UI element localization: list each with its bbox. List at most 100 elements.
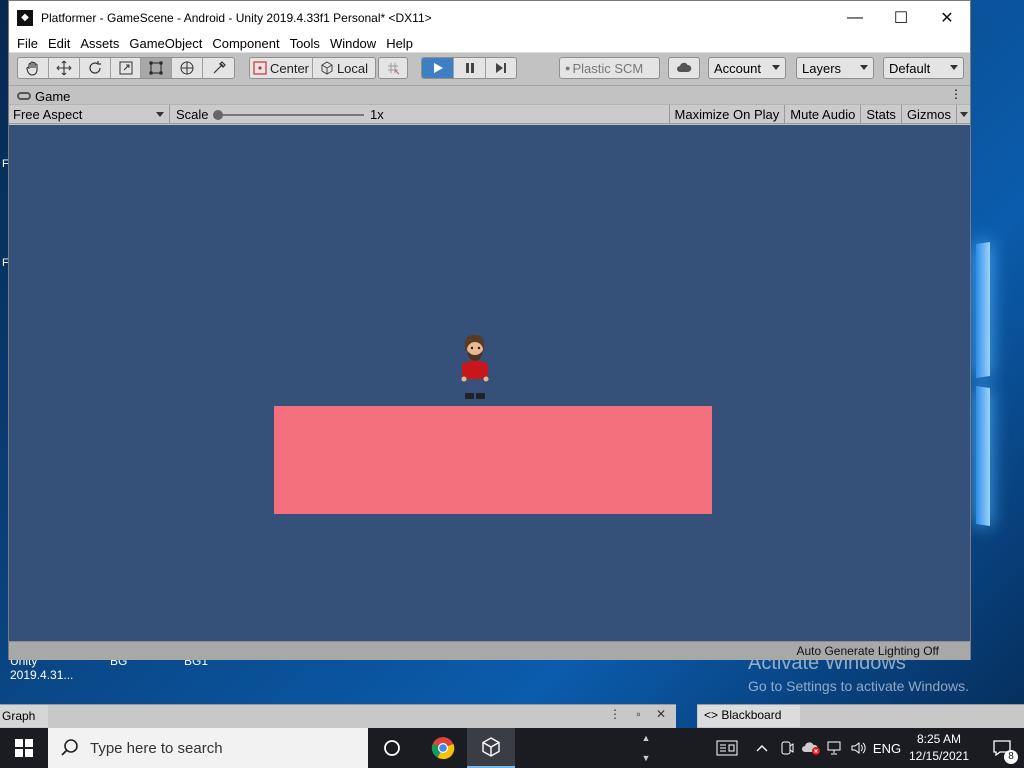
player-character xyxy=(461,334,489,399)
account-dropdown[interactable]: Account xyxy=(708,57,786,79)
news-icon[interactable] xyxy=(712,728,742,768)
taskbar-chrome[interactable] xyxy=(419,728,467,768)
grid-snap-icon[interactable] xyxy=(379,58,407,78)
chevron-up-icon[interactable] xyxy=(752,728,772,768)
menu-assets[interactable]: Assets xyxy=(76,36,123,51)
menu-file[interactable]: File xyxy=(13,36,42,51)
lighting-status[interactable]: Auto Generate Lighting Off xyxy=(796,644,939,658)
task-view-button[interactable] xyxy=(368,728,416,768)
blackboard-pane: <> Blackboard xyxy=(697,704,1024,728)
clock[interactable]: 8:25 AM 12/15/2021 xyxy=(904,731,974,765)
account-label: Account xyxy=(714,60,761,76)
menu-window[interactable]: Window xyxy=(326,36,380,51)
close-button[interactable]: ✕ xyxy=(924,1,970,34)
pivot-mode-button[interactable]: Center xyxy=(250,58,313,78)
layout-dropdown[interactable]: Default xyxy=(883,57,964,79)
plastic-scm-label: Plastic SCM xyxy=(572,60,644,76)
menu-bar: File Edit Assets GameObject Component To… xyxy=(9,34,970,53)
search-icon xyxy=(61,739,78,756)
pivot-rotation-button[interactable]: Local xyxy=(313,58,375,78)
clock-time: 8:25 AM xyxy=(916,732,962,746)
volume-icon[interactable] xyxy=(848,728,870,768)
chevron-down-icon xyxy=(860,65,868,70)
play-button[interactable] xyxy=(422,58,454,78)
tab-graph[interactable]: Graph xyxy=(0,705,48,727)
clock-date: 12/15/2021 xyxy=(908,749,970,763)
hand-icon[interactable] xyxy=(18,58,49,78)
game-tab-bar: Game ⋮ xyxy=(9,86,970,104)
chevron-down-icon xyxy=(950,65,958,70)
taskbar-scroll[interactable]: ▲ ▼ xyxy=(638,728,654,768)
plastic-scm-icon: ● xyxy=(565,63,571,73)
main-toolbar: Center Local ● Plastic SCM Account Layer… xyxy=(9,53,970,86)
stats-toggle[interactable]: Stats xyxy=(860,105,901,124)
layout-label: Default xyxy=(889,60,931,76)
pause-button[interactable] xyxy=(454,58,486,78)
rect-transform-icon[interactable] xyxy=(141,58,173,78)
scale-value: 1x xyxy=(370,107,384,122)
window-title: Platformer - GameScene - Android - Unity… xyxy=(41,10,432,25)
gamepad-icon xyxy=(17,92,31,100)
minimize-button[interactable]: — xyxy=(832,1,878,34)
menu-gameobject[interactable]: GameObject xyxy=(125,36,206,51)
pivot-center-icon xyxy=(253,61,267,75)
task-view-icon xyxy=(384,740,400,756)
aspect-label: Free Aspect xyxy=(13,107,83,122)
transform-tools xyxy=(17,57,235,79)
meet-now-icon[interactable] xyxy=(777,728,797,768)
maximize-button[interactable]: ☐ xyxy=(878,1,924,34)
grid-snap-group xyxy=(378,57,408,79)
taskbar: Type here to search ▲ ▼ ENG 8:25 AM 12/15… xyxy=(0,728,1024,768)
menu-edit[interactable]: Edit xyxy=(44,36,74,51)
platform-sprite xyxy=(274,406,712,514)
start-button[interactable] xyxy=(0,728,48,768)
menu-component[interactable]: Component xyxy=(208,36,283,51)
move-icon[interactable] xyxy=(49,58,80,78)
unity-app-icon: ◆ xyxy=(17,9,33,26)
tab-game-label: Game xyxy=(35,88,71,104)
gizmos-dropdown[interactable] xyxy=(956,105,970,124)
windows-start-icon xyxy=(15,739,33,757)
tab-menu-button[interactable]: ⋮ xyxy=(950,87,962,101)
pause-icon xyxy=(465,63,474,73)
menu-help[interactable]: Help xyxy=(382,36,417,51)
notification-badge: 8 xyxy=(1004,750,1018,764)
activate-subtitle: Go to Settings to activate Windows. xyxy=(748,678,969,694)
language-indicator[interactable]: ENG xyxy=(872,728,902,768)
title-bar: ◆ Platformer - GameScene - Android - Uni… xyxy=(9,1,970,34)
tab-game[interactable]: Game xyxy=(9,86,70,104)
maximize-on-play-toggle[interactable]: Maximize On Play xyxy=(668,105,785,124)
unity-icon xyxy=(482,737,500,757)
custom-tool-icon[interactable] xyxy=(203,58,234,78)
notification-center-button[interactable]: 8 xyxy=(982,728,1022,768)
layers-label: Layers xyxy=(802,60,842,76)
step-button[interactable] xyxy=(486,58,516,78)
rotate-icon[interactable] xyxy=(80,58,111,78)
plastic-scm-button[interactable]: ● Plastic SCM xyxy=(559,57,660,79)
chevron-down-icon xyxy=(156,112,164,117)
tab-blackboard[interactable]: <> Blackboard xyxy=(698,705,800,727)
local-cube-icon xyxy=(321,61,333,75)
layers-dropdown[interactable]: Layers xyxy=(796,57,874,79)
transform-icon[interactable] xyxy=(172,58,204,78)
network-icon[interactable] xyxy=(824,728,846,768)
pivot-rotation-label: Local xyxy=(336,60,369,76)
search-placeholder: Type here to search xyxy=(90,739,223,757)
mute-audio-toggle[interactable]: Mute Audio xyxy=(784,105,860,124)
aspect-dropdown[interactable]: Free Aspect xyxy=(9,105,170,124)
status-bar: Auto Generate Lighting Off xyxy=(9,641,970,660)
menu-tools[interactable]: Tools xyxy=(286,36,324,51)
taskbar-search-box[interactable]: Type here to search xyxy=(48,728,368,768)
chevron-down-icon xyxy=(772,65,780,70)
scale-slider[interactable] xyxy=(213,110,364,120)
scale-label: Scale xyxy=(176,107,209,122)
cloud-button[interactable] xyxy=(668,57,700,79)
game-viewport[interactable] xyxy=(9,125,970,641)
scale-slider-thumb[interactable] xyxy=(213,110,223,120)
step-icon xyxy=(496,63,506,73)
scale-icon[interactable] xyxy=(111,58,142,78)
taskbar-unity[interactable] xyxy=(467,728,515,768)
gizmos-toggle[interactable]: Gizmos xyxy=(900,105,956,124)
onedrive-error-icon[interactable] xyxy=(800,728,822,768)
pane-controls[interactable]: ⋮ ▫ ✕ xyxy=(609,707,672,721)
